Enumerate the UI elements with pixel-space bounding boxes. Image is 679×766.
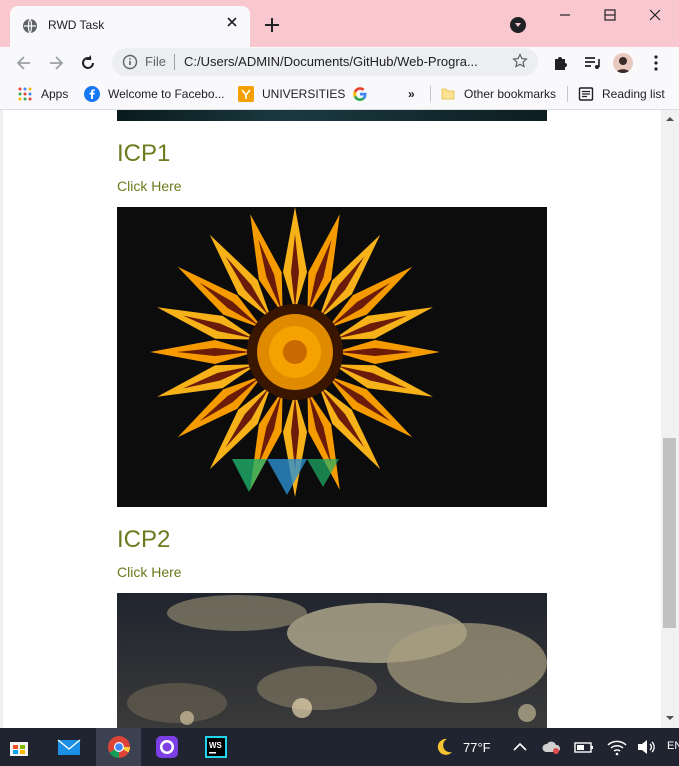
address-url[interactable]: C:/Users/ADMIN/Documents/GitHub/Web-Prog… (184, 54, 478, 69)
wifi-icon[interactable] (605, 735, 629, 759)
bookmark-other[interactable]: Other bookmarks (440, 85, 556, 103)
mail-icon[interactable] (57, 735, 81, 759)
cloud-sync-icon[interactable] (540, 735, 564, 759)
sunflower-photo (117, 207, 547, 507)
info-icon[interactable] (122, 54, 138, 70)
address-separator (174, 54, 175, 70)
menu-icon[interactable] (646, 53, 666, 73)
forward-icon[interactable] (46, 53, 66, 73)
bookmark-star-icon[interactable] (512, 53, 528, 69)
click-here-link-icp2[interactable]: Click Here (117, 564, 182, 580)
click-here-link-icp1[interactable]: Click Here (117, 178, 182, 194)
previous-image (117, 110, 547, 121)
volume-icon[interactable] (634, 735, 658, 759)
svg-text:WS: WS (209, 741, 223, 750)
window-left-edge (0, 110, 3, 728)
facebook-icon (84, 86, 100, 102)
extensions-icon[interactable] (550, 53, 570, 73)
clouds-photo (117, 593, 547, 728)
folder-icon (441, 88, 455, 100)
reading-list[interactable]: Reading list (578, 85, 665, 103)
tab-title: RWD Task (48, 18, 105, 32)
overflow-chevron-icon: » (408, 87, 415, 101)
address-bar[interactable]: File C:/Users/ADMIN/Documents/GitHub/Web… (112, 48, 538, 76)
google-icon (353, 87, 367, 102)
browser-tab[interactable]: RWD Task (10, 6, 250, 47)
bookmark-label: Reading list (602, 87, 665, 101)
new-tab-icon[interactable] (262, 15, 282, 35)
battery-icon[interactable] (572, 735, 596, 759)
vertical-scrollbar[interactable] (661, 110, 679, 728)
address-scheme-label: File (145, 54, 166, 69)
globe-icon (23, 18, 37, 34)
bookmark-universities[interactable]: UNIVERSITIES (238, 85, 345, 103)
section-title-icp2: ICP2 (117, 526, 171, 553)
bookmark-apps[interactable]: Apps (17, 85, 68, 103)
profile-avatar[interactable] (613, 53, 633, 73)
reload-icon[interactable] (78, 53, 98, 73)
scroll-up-arrow-icon[interactable] (664, 114, 676, 124)
maximize-icon[interactable] (595, 4, 625, 26)
close-window-icon[interactable] (640, 4, 670, 26)
reading-list-icon (578, 87, 594, 101)
universities-icon (238, 86, 254, 102)
scroll-down-arrow-icon[interactable] (664, 713, 676, 723)
close-icon[interactable] (224, 14, 240, 30)
microsoft-store-icon[interactable] (7, 735, 31, 759)
bookmark-label: Welcome to Facebo... (108, 87, 225, 101)
language-indicator[interactable]: EN (667, 740, 679, 752)
webstorm-icon[interactable]: WS (204, 735, 228, 759)
bookmarks-overflow[interactable]: » (408, 85, 415, 103)
media-queue-icon[interactable] (582, 53, 602, 73)
chevron-up-icon[interactable] (508, 735, 532, 759)
bookmark-label: Apps (41, 87, 69, 101)
apps-grid-icon (18, 87, 32, 101)
back-icon[interactable] (14, 53, 34, 73)
moon-weather-icon[interactable] (432, 735, 456, 759)
bookmarks-divider (567, 86, 568, 102)
minimize-button[interactable] (550, 4, 580, 26)
github-desktop-icon[interactable] (155, 735, 179, 759)
bookmark-label: Other bookmarks (464, 87, 557, 101)
tab-search-icon[interactable] (510, 17, 526, 33)
weather-temperature[interactable]: 77°F (463, 740, 491, 755)
section-title-icp1: ICP1 (117, 140, 171, 167)
bookmarks-bar: Apps Welcome to Facebo... UNIVERSITIES »… (0, 79, 679, 110)
chrome-icon[interactable] (107, 735, 131, 759)
scrollbar-thumb[interactable] (663, 438, 676, 628)
page-viewport: ICP1 Click Here ICP2 Click Here (0, 110, 661, 728)
bookmark-facebook[interactable]: Welcome to Facebo... (84, 85, 225, 103)
bookmarks-divider (430, 86, 431, 102)
bookmark-google[interactable] (352, 85, 376, 103)
bookmark-label: UNIVERSITIES (262, 87, 346, 101)
